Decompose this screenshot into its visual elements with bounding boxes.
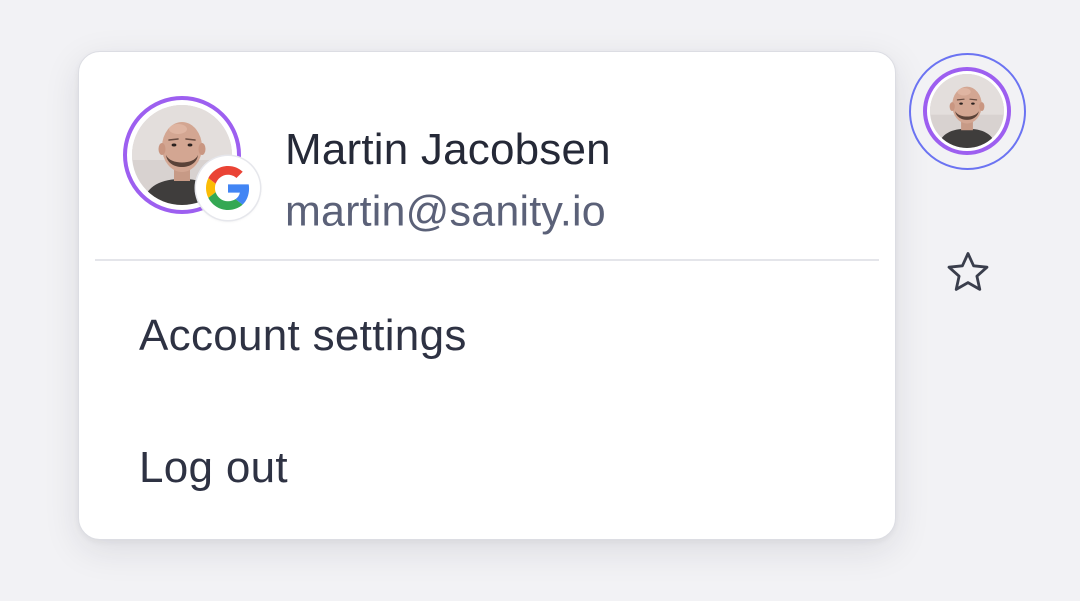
account-menu: Martin Jacobsen martin@sanity.io Account… [78,51,896,540]
star-icon [947,252,989,291]
user-name: Martin Jacobsen [285,125,611,174]
log-out-menu-item[interactable]: Log out [91,409,883,527]
menu-item-label: Account settings [139,311,467,360]
user-avatar [923,67,1011,155]
user-avatar-group [123,96,260,220]
google-icon [196,156,260,220]
user-email: martin@sanity.io [285,187,606,236]
account-settings-menu-item[interactable]: Account settings [91,277,883,395]
user-menu-button[interactable] [909,53,1026,170]
menu-item-label: Log out [139,443,288,492]
star-button[interactable] [938,243,998,303]
user-profile-header: Martin Jacobsen martin@sanity.io [79,52,895,260]
menu-divider [95,259,879,261]
